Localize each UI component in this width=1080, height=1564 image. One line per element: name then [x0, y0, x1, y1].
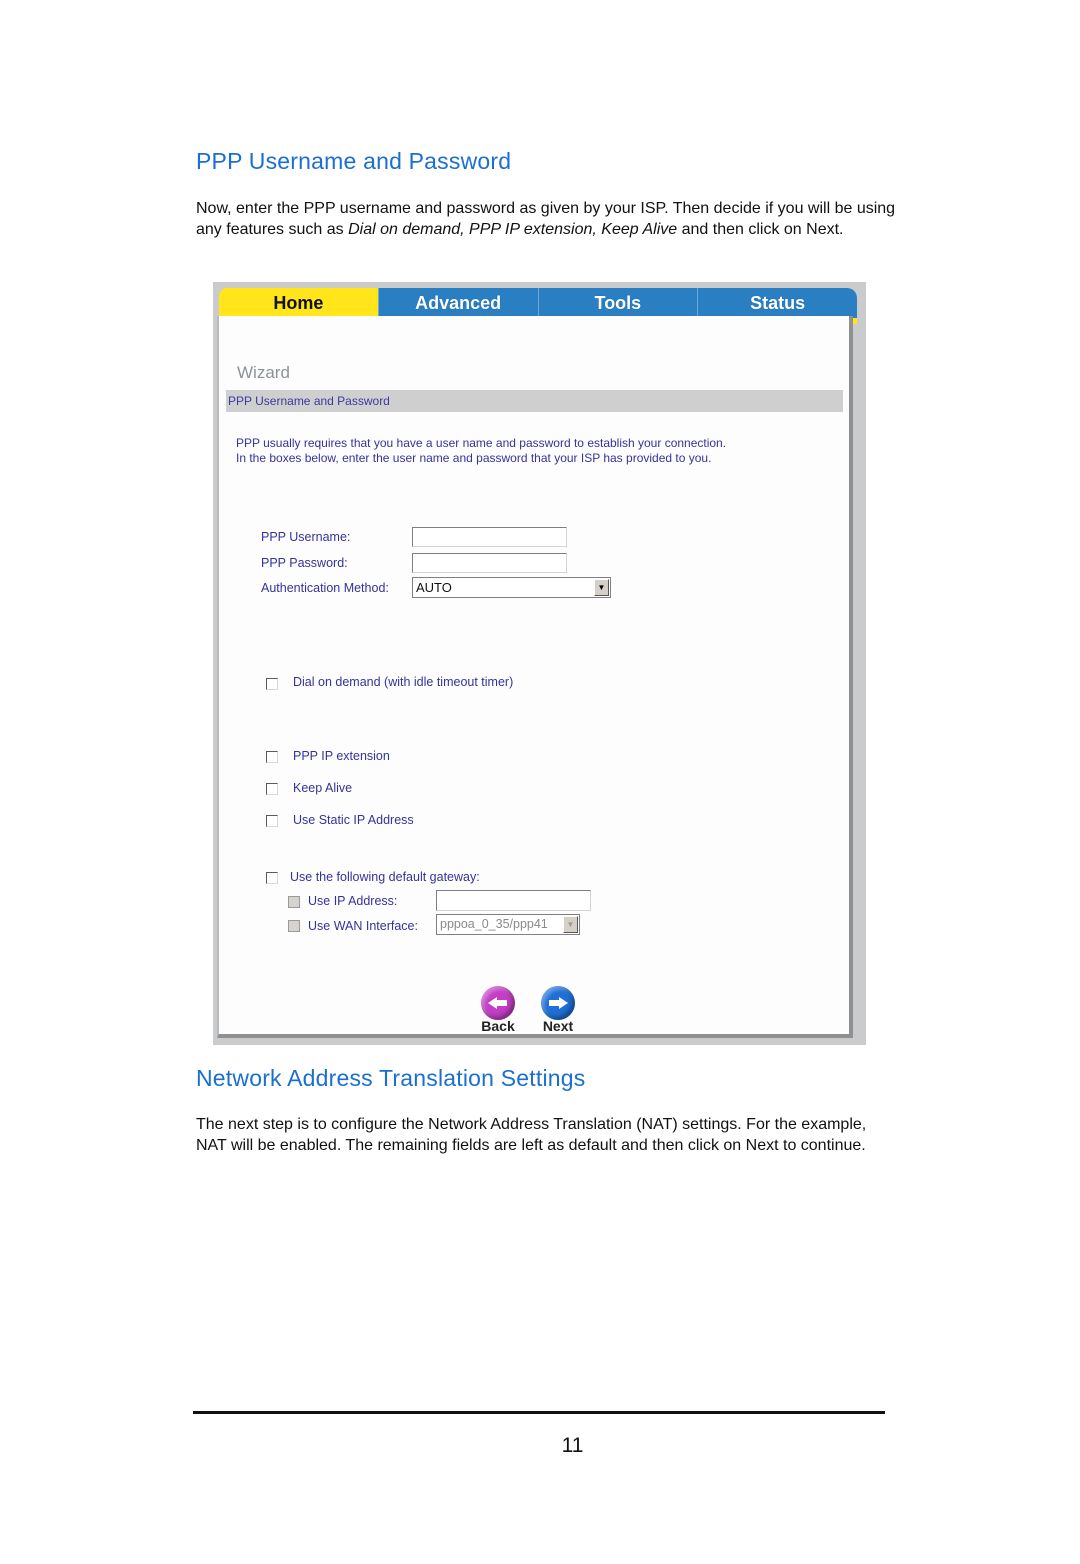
main-tab-bar: Home Advanced Tools Status	[219, 288, 857, 318]
section-heading-nat: Network Address Translation Settings	[196, 1065, 586, 1091]
wizard-panel: Wizard PPP Username and Password PPP usu…	[217, 316, 853, 1038]
keep-alive-checkbox[interactable]	[266, 783, 278, 795]
back-label: Back	[481, 1018, 515, 1034]
tab-status[interactable]: Status	[698, 288, 857, 318]
back-button[interactable]: Back	[481, 986, 515, 1034]
use-ip-address-checkbox[interactable]	[288, 896, 300, 908]
tab-home[interactable]: Home	[219, 288, 379, 318]
dial-on-demand-checkbox[interactable]	[266, 678, 278, 690]
auth-method-value: AUTO	[416, 580, 452, 595]
chevron-down-icon[interactable]: ▼	[563, 916, 578, 933]
ppp-instructions-features: Dial on demand, PPP IP extension, Keep A…	[348, 221, 678, 238]
keep-alive-label: Keep Alive	[293, 781, 353, 795]
next-arrow-icon	[541, 986, 575, 1020]
auth-method-label: Authentication Method:	[261, 581, 389, 595]
ppp-ip-extension-checkbox[interactable]	[266, 751, 278, 763]
ppp-instructions-end: and then click on Next.	[677, 221, 844, 238]
next-button[interactable]: Next	[541, 986, 575, 1034]
back-arrow-icon	[481, 986, 515, 1020]
wizard-section-title: PPP Username and Password	[226, 390, 843, 412]
wan-interface-value: pppoa_0_35/ppp41	[440, 917, 548, 931]
nat-instructions: The next step is to configure the Networ…	[196, 1116, 867, 1154]
ppp-instructions: Now, enter the PPP username and password…	[196, 198, 896, 240]
use-wan-interface-label: Use WAN Interface:	[308, 919, 418, 933]
ppp-password-input[interactable]	[412, 553, 567, 573]
static-ip-checkbox[interactable]	[266, 815, 278, 827]
wizard-title: Wizard	[237, 363, 290, 382]
footer-divider	[193, 1411, 885, 1414]
ppp-password-label: PPP Password:	[261, 556, 348, 570]
use-ip-address-label: Use IP Address:	[308, 894, 398, 908]
section-heading-ppp: PPP Username and Password	[196, 148, 512, 174]
tab-tools[interactable]: Tools	[538, 288, 699, 318]
wizard-intro-line1: PPP usually requires that you have a use…	[236, 436, 727, 450]
gateway-ip-input[interactable]	[436, 890, 591, 911]
auth-method-select[interactable]: AUTO ▼	[412, 577, 611, 598]
dial-on-demand-label: Dial on demand (with idle timeout timer)	[293, 675, 514, 689]
wan-interface-select[interactable]: pppoa_0_35/ppp41 ▼	[436, 914, 580, 935]
ppp-username-label: PPP Username:	[261, 530, 351, 544]
tab-advanced[interactable]: Advanced	[378, 288, 539, 318]
page-number: 11	[561, 1434, 584, 1457]
ppp-username-input[interactable]	[412, 527, 567, 547]
static-ip-label: Use Static IP Address	[293, 813, 414, 827]
ppp-ip-extension-label: PPP IP extension	[293, 749, 390, 763]
use-wan-interface-checkbox[interactable]	[288, 920, 300, 932]
wizard-intro-line2: In the boxes below, enter the user name …	[236, 451, 712, 465]
wizard-intro: PPP usually requires that you have a use…	[236, 436, 726, 466]
default-gateway-label: Use the following default gateway:	[290, 870, 480, 884]
router-wizard-screenshot: Home Advanced Tools Status Wizard PPP Us…	[213, 282, 866, 1045]
default-gateway-checkbox[interactable]	[266, 872, 278, 884]
chevron-down-icon[interactable]: ▼	[594, 579, 609, 596]
next-label: Next	[542, 1018, 574, 1034]
